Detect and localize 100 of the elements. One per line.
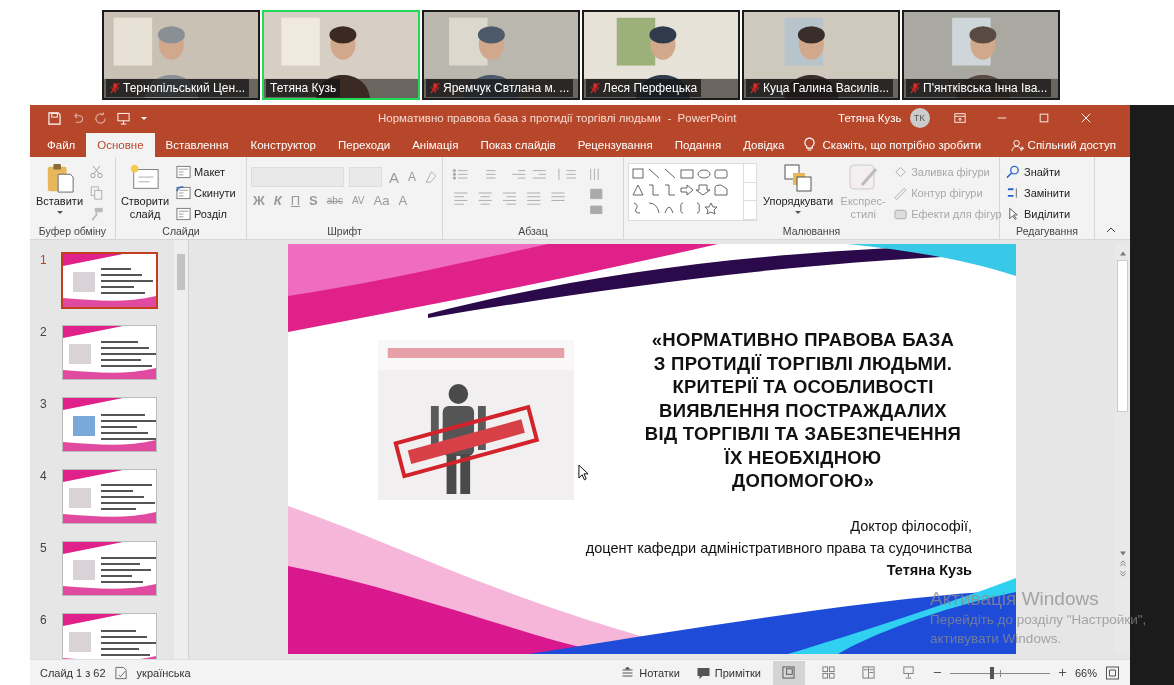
view-icon — [862, 666, 876, 679]
slide-number: 3 — [40, 397, 48, 411]
arrange-button[interactable]: Упорядкувати — [761, 161, 836, 225]
ribbon-button[interactable]: Розділ — [174, 205, 238, 222]
video-tile[interactable]: Тернопільський Цен... — [102, 10, 260, 100]
ribbon-button[interactable]: Скинути — [174, 185, 238, 201]
slide-counter: Слайд 1 з 62 — [40, 666, 106, 679]
ribbon-button[interactable]: Знайти — [1004, 164, 1073, 181]
slide-layout-icon — [176, 186, 191, 200]
slide-thumbnail[interactable] — [62, 469, 157, 524]
mouse-cursor-icon — [578, 464, 589, 481]
spell-check-icon[interactable] — [113, 665, 129, 680]
ribbon-button[interactable]: Макет — [174, 164, 238, 181]
slide-thumbnail[interactable] — [62, 325, 157, 380]
shape-format-icon — [893, 186, 909, 200]
author-degree: Доктор філософії, — [850, 518, 972, 534]
customize-icon[interactable] — [140, 114, 148, 122]
caret-icon — [55, 210, 64, 215]
language-label[interactable]: українська — [136, 666, 191, 679]
view-icon — [782, 666, 796, 679]
ribbon-tab[interactable]: Довідка — [732, 133, 796, 157]
ribbon-tab[interactable]: Показ слайдів — [469, 133, 567, 157]
ribbon-display-icon[interactable] — [953, 112, 966, 124]
zoom-slider[interactable] — [949, 665, 1050, 680]
redo-icon[interactable] — [94, 111, 107, 125]
maximize-icon[interactable] — [1037, 112, 1050, 124]
group-label: Редагування — [1015, 225, 1079, 239]
zoom-in-icon[interactable] — [1057, 668, 1067, 677]
search-icon — [1006, 165, 1021, 180]
user-name: Тетяна Кузь — [838, 112, 902, 124]
scroll-down-icon[interactable] — [1118, 550, 1127, 557]
video-tile[interactable]: Тетяна Кузь — [262, 10, 420, 100]
slide-layout-icon — [176, 206, 191, 221]
font-style-button[interactable]: abc — [324, 195, 345, 206]
name-label: Тернопільський Цен... — [106, 79, 250, 97]
zoom-level[interactable]: 66% — [1074, 666, 1097, 679]
lightbulb-icon — [803, 137, 815, 152]
slide-number: 6 — [40, 613, 48, 627]
name-label: Куца Галина Василів... — [746, 79, 894, 97]
view-button[interactable] — [772, 660, 805, 685]
name-label: Леся Перфецька — [586, 79, 702, 97]
zoom-slider-thumb[interactable] — [989, 666, 994, 679]
gallery-scrollbar[interactable] — [743, 164, 756, 220]
scrollbar-thumb[interactable] — [1117, 260, 1128, 412]
video-tile[interactable]: Яремчук Свтлана м. ... — [422, 10, 580, 100]
ribbon-tab[interactable]: Рецензування — [566, 133, 664, 157]
fit-slide-icon[interactable] — [1105, 665, 1120, 680]
close-icon[interactable] — [1079, 112, 1092, 124]
comment-icon — [695, 665, 711, 680]
new-slide-button[interactable]: Створити слайд — [120, 161, 170, 225]
scroll-up-icon[interactable] — [1118, 250, 1127, 257]
slide-number: 5 — [40, 541, 48, 555]
group-label: Малювання — [781, 225, 842, 239]
person-icon — [1010, 138, 1024, 152]
name-label: Яремчук Свтлана м. ... — [426, 79, 574, 97]
notes-icon — [620, 665, 636, 680]
slide-number: 1 — [40, 253, 48, 267]
slide-thumbnail[interactable] — [62, 541, 157, 596]
view-icon — [902, 666, 916, 679]
window-title: Нормативно правова база з протидії торгівлі людьми - PowerPoint — [378, 112, 738, 124]
scrollbar-thumb[interactable] — [177, 254, 185, 290]
cursor-icon — [1006, 206, 1021, 221]
group-label: Буфер обміну — [37, 225, 108, 239]
slide-layout-icon — [176, 165, 191, 180]
ribbon-tab[interactable]: Анімація — [401, 133, 470, 157]
author-name: Тетяна Кузь — [886, 562, 972, 578]
ribbon-tab[interactable]: Основне — [86, 133, 155, 157]
ribbon-tab[interactable]: Переходи — [327, 133, 402, 157]
slide-thumbnail[interactable] — [61, 252, 158, 309]
ribbon-button[interactable]: Виділити — [1004, 205, 1073, 222]
view-icon — [822, 666, 836, 679]
video-tile[interactable]: Куца Галина Василів... — [742, 10, 900, 100]
brush-icon — [848, 163, 879, 193]
ribbon-tab[interactable]: Подання — [663, 133, 733, 157]
slide-thumbnail[interactable] — [62, 397, 157, 452]
collapse-ribbon-icon[interactable] — [1106, 227, 1116, 233]
paste-button[interactable]: Вставити — [34, 161, 86, 225]
slideshow-icon[interactable] — [117, 111, 130, 125]
slide-thumbnail[interactable] — [62, 613, 157, 659]
ribbon-button[interactable]: Замінити — [1004, 185, 1073, 201]
previous-slide-icon[interactable] — [1118, 560, 1127, 567]
next-slide-icon[interactable] — [1118, 570, 1127, 577]
user-avatar[interactable]: TK — [909, 108, 930, 128]
tell-me-field[interactable]: Скажіть, що потрібно зробити — [822, 139, 982, 157]
comments-button[interactable]: Примітки — [691, 665, 765, 680]
share-button[interactable]: Спільний доступ — [1004, 133, 1130, 157]
save-icon[interactable] — [48, 111, 61, 125]
video-tile[interactable]: Леся Перфецька — [582, 10, 740, 100]
ribbon-tab[interactable]: Вставлення — [154, 133, 240, 157]
notes-button[interactable]: Нотатки — [616, 665, 684, 680]
ribbon-tab[interactable]: Файл — [36, 133, 87, 157]
slide-title: «НОРМАТИВНО ПРАВОВА БАЗА З ПРОТИДІЇ ТОРГІВЛІ ЛЮДЬМИ. КРИТЕРІЇ ТА ОСОБЛИВОСТІ ВИЯВЛЕННЯ ПОСТРАЖДАЛИХ ВІД ТОРГІВЛІ ТА ЗАБЕЗПЕЧЕННЯ ЇХ НЕОБХІДНОЮ ДОПОМОГОЮ» — [643, 328, 963, 493]
cut-icon[interactable] — [89, 165, 105, 180]
video-tile[interactable]: П'янтківська Інна Іва... — [902, 10, 1060, 100]
caret-icon — [794, 210, 803, 215]
slide-number: 2 — [40, 325, 48, 339]
shape-format-icon — [893, 165, 909, 180]
font-style-button[interactable]: AV — [349, 195, 367, 206]
ribbon-tab[interactable]: Конструктор — [239, 133, 327, 157]
group-label: Шрифт — [326, 225, 363, 239]
